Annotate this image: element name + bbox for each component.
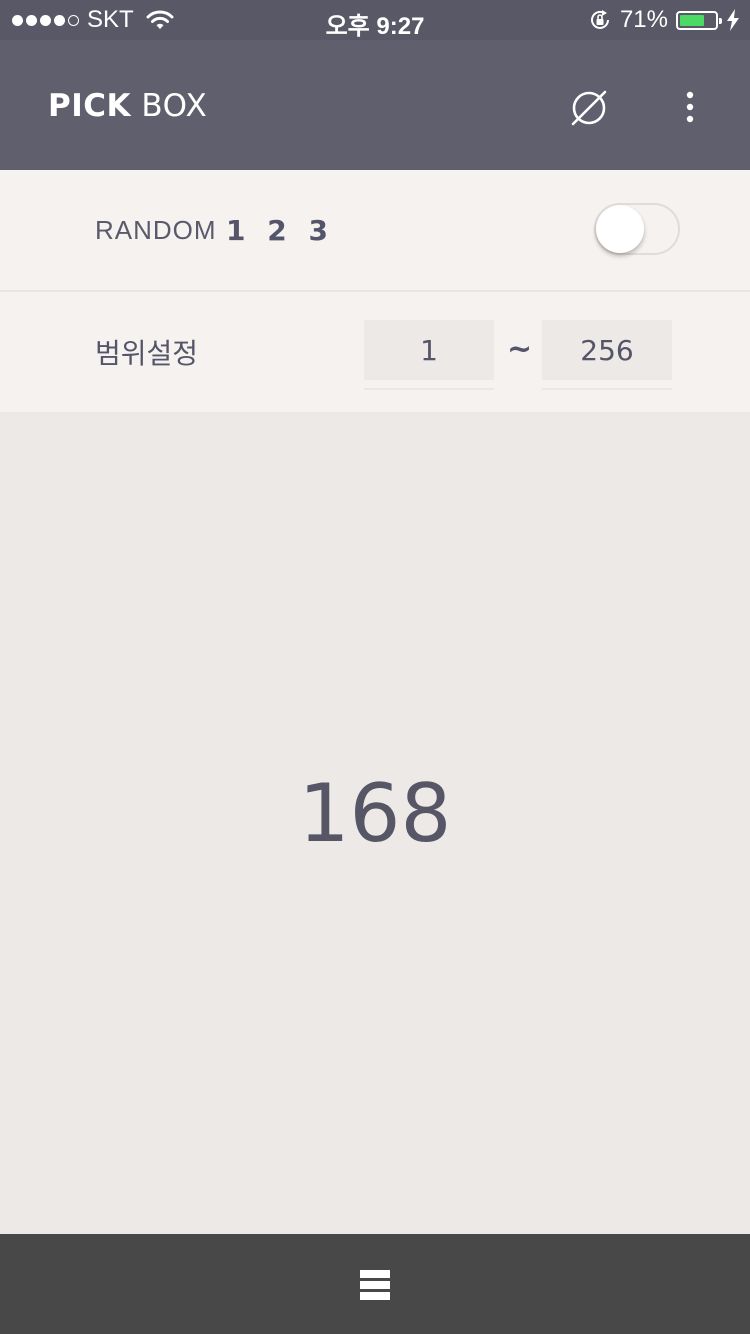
range-row: 범위설정 ~	[0, 292, 750, 412]
range-max-underline	[542, 388, 672, 390]
range-min-underline	[364, 388, 494, 390]
more-vert-icon	[686, 91, 694, 123]
bottom-bar	[0, 1234, 750, 1334]
app-title: PICK BOX	[48, 88, 207, 124]
random-row: RANDOM 1 2 3	[0, 170, 750, 292]
random-numbers: 1 2 3	[226, 214, 334, 247]
status-right: 71%	[588, 6, 740, 34]
battery-fill	[680, 14, 704, 26]
range-label: 범위설정	[95, 337, 199, 370]
toggle-knob	[596, 205, 644, 253]
menu-button[interactable]	[360, 1270, 390, 1300]
range-max-input[interactable]	[542, 320, 672, 380]
range-min-input[interactable]	[364, 320, 494, 380]
result-area[interactable]: 168	[0, 412, 750, 1234]
status-bar: SKT 오후 9:27 71%	[0, 0, 750, 40]
rotation-lock-icon	[590, 10, 609, 29]
charging-bolt-icon	[727, 9, 739, 31]
app-bar: PICK BOX	[0, 40, 750, 170]
app-title-bold: PICK	[48, 88, 132, 124]
battery-icon	[676, 10, 722, 30]
empty-set-icon	[571, 90, 607, 126]
range-separator: ~	[507, 332, 533, 367]
battery-percent: 71%	[619, 6, 668, 33]
empty-set-button[interactable]	[565, 84, 613, 132]
random-toggle[interactable]	[594, 203, 680, 255]
app-title-light: BOX	[131, 88, 208, 124]
more-options-button[interactable]	[670, 86, 710, 130]
random-label: RANDOM	[95, 215, 217, 245]
result-number: 168	[298, 767, 452, 860]
